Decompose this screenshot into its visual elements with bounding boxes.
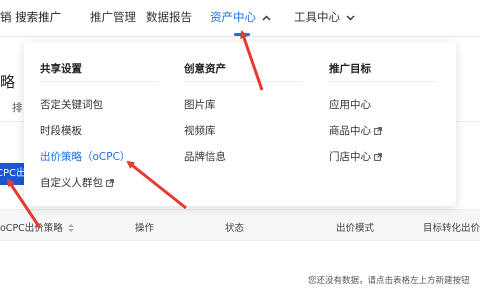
nav-item-tool-center[interactable]: 工具中心 <box>294 9 355 25</box>
column-divider <box>329 81 437 82</box>
column-heading-promotion-goals: 推广目标 <box>329 63 371 75</box>
table-header-label: oCPC出价策略 <box>0 223 63 234</box>
table-header-row: oCPC出价策略 操作 状态 出价模式 目标转化出价 <box>0 209 480 241</box>
external-link-icon <box>374 126 382 135</box>
chevron-down-icon <box>346 13 355 24</box>
menu-item-negative-keywords[interactable]: 否定关键词包 <box>40 97 103 112</box>
table-header-status: 状态 <box>225 223 245 234</box>
active-nav-indicator <box>234 33 250 36</box>
external-link-icon <box>374 152 382 161</box>
column-divider <box>184 81 302 82</box>
column-heading-creative-assets: 创意资产 <box>184 63 226 75</box>
menu-item-label: 门店中心 <box>329 151 371 163</box>
table-header-target-bid: 目标转化出价 <box>423 223 480 234</box>
empty-state-text: 您还没有数据，请点击表格左上方新建按钮 <box>308 276 470 286</box>
menu-item-custom-audience[interactable]: 自定义人群包 <box>40 175 114 190</box>
menu-item-image-library[interactable]: 图片库 <box>184 97 216 112</box>
tab-partial[interactable]: 排 <box>12 100 23 115</box>
chevron-up-icon <box>262 13 271 24</box>
menu-item-time-template[interactable]: 时段模板 <box>40 123 82 138</box>
menu-item-store-center[interactable]: 门店中心 <box>329 149 382 164</box>
table-header-actions: 操作 <box>135 223 155 234</box>
column-divider <box>40 81 158 82</box>
sort-icon[interactable] <box>66 223 74 234</box>
brand-title: 销 搜索推广 <box>0 10 62 24</box>
nav-item-campaign-management[interactable]: 推广管理 <box>90 9 136 25</box>
asset-center-dropdown: 共享设置 否定关键词包 时段模板 出价策略（oCPC） 自定义人群包 创意资产 … <box>24 42 456 206</box>
table-header-bid-mode: 出价模式 <box>336 223 375 234</box>
table-header-ocpc-strategy[interactable]: oCPC出价策略 <box>0 220 74 234</box>
nav-item-data-report[interactable]: 数据报告 <box>146 9 192 25</box>
menu-item-bid-strategy-ocpc[interactable]: 出价策略（oCPC） <box>40 149 130 164</box>
new-ocpc-button[interactable]: CPC出 <box>0 163 24 185</box>
menu-item-product-center[interactable]: 商品中心 <box>329 123 382 138</box>
nav-item-asset-center[interactable]: 资产中心 <box>210 9 271 25</box>
nav-item-asset-center-label: 资产中心 <box>210 10 256 24</box>
external-link-icon <box>106 178 114 187</box>
menu-item-label: 自定义人群包 <box>40 177 103 189</box>
top-nav-bar: 销 搜索推广 推广管理 数据报告 资产中心 工具中心 <box>0 0 480 37</box>
menu-item-video-library[interactable]: 视频库 <box>184 123 216 138</box>
column-heading-shared-settings: 共享设置 <box>40 63 82 75</box>
nav-item-tool-center-label: 工具中心 <box>294 10 340 24</box>
menu-item-app-center[interactable]: 应用中心 <box>329 97 371 112</box>
menu-item-brand-info[interactable]: 品牌信息 <box>184 149 226 164</box>
menu-item-label: 商品中心 <box>329 125 371 137</box>
